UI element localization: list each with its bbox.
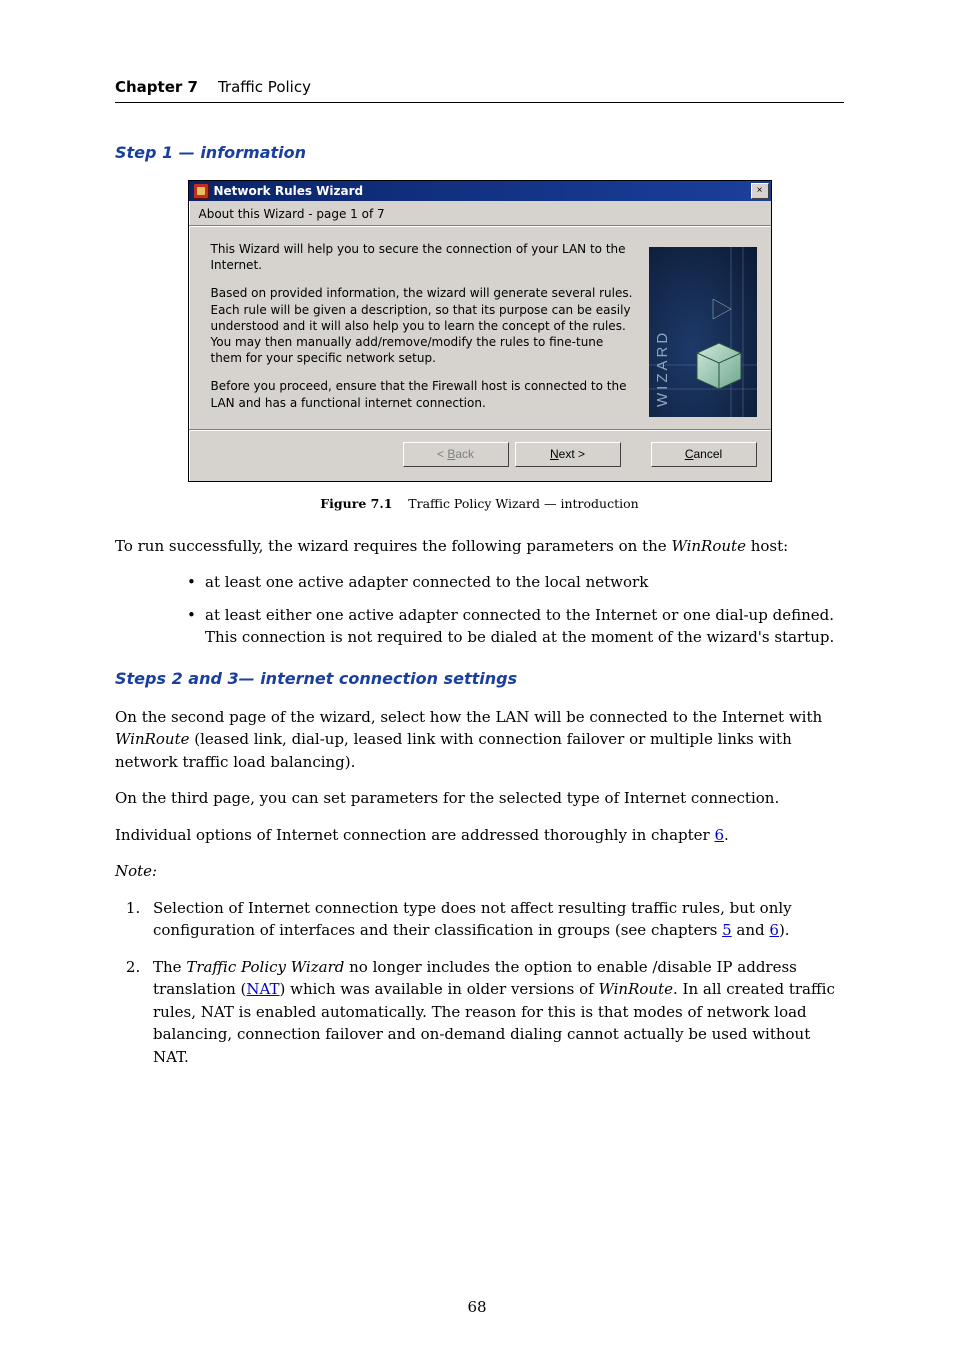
wizard-footer: < Back Next > Cancel	[189, 429, 771, 481]
list-item: at least either one active adapter conne…	[187, 604, 844, 649]
close-button[interactable]: ×	[751, 183, 769, 199]
list-item: The Traffic Policy Wizard no longer incl…	[145, 956, 844, 1069]
step23-heading: Steps 2 and 3— internet connection setti…	[115, 669, 844, 688]
note-label: Note:	[115, 860, 844, 883]
wizard-dialog: Network Rules Wizard × About this Wizard…	[188, 180, 772, 482]
paragraph: To run successfully, the wizard requires…	[115, 535, 844, 558]
wizard-body: This Wizard will help you to secure the …	[189, 227, 771, 429]
wizard-illustration: WIZARD	[649, 247, 757, 417]
chapter-link[interactable]: 6	[714, 826, 724, 844]
paragraph: Individual options of Internet connectio…	[115, 824, 844, 847]
list-item: Selection of Internet connection type do…	[145, 897, 844, 942]
chapter-link[interactable]: 5	[722, 921, 732, 939]
button-label: Next >	[550, 447, 585, 461]
wizard-title: Network Rules Wizard	[212, 184, 751, 198]
paragraph: On the third page, you can set parameter…	[115, 787, 844, 810]
cancel-button[interactable]: Cancel	[651, 442, 757, 467]
wizard-titlebar: Network Rules Wizard ×	[189, 181, 771, 201]
page-number: 68	[0, 1298, 954, 1316]
chapter-header: Chapter 7 Traffic Policy	[115, 78, 844, 96]
wizard-app-icon	[193, 183, 209, 199]
chapter-label: Chapter 7	[115, 78, 198, 96]
figure-text: Traffic Policy Wizard — introduction	[408, 496, 638, 511]
wizard-subtitle: About this Wizard - page 1 of 7	[189, 201, 771, 223]
bullet-list: at least one active adapter connected to…	[115, 571, 844, 649]
wizard-text: This Wizard will help you to secure the …	[211, 241, 635, 423]
chapter-title: Traffic Policy	[218, 78, 311, 96]
back-button[interactable]: < Back	[403, 442, 509, 467]
step1-heading: Step 1 — information	[115, 143, 844, 162]
nat-link[interactable]: NAT	[246, 980, 279, 998]
wizard-paragraph: This Wizard will help you to secure the …	[211, 241, 635, 273]
numbered-list: Selection of Internet connection type do…	[115, 897, 844, 1069]
close-icon: ×	[757, 186, 763, 196]
header-rule	[115, 102, 844, 103]
next-button[interactable]: Next >	[515, 442, 621, 467]
chapter-link[interactable]: 6	[769, 921, 779, 939]
button-label: Cancel	[685, 447, 722, 461]
list-item: at least one active adapter connected to…	[187, 571, 844, 594]
paragraph: On the second page of the wizard, select…	[115, 706, 844, 774]
figure-label: Figure 7.1	[320, 496, 392, 511]
wizard-paragraph: Based on provided information, the wizar…	[211, 285, 635, 366]
button-label: < Back	[437, 447, 474, 461]
wizard-paragraph: Before you proceed, ensure that the Fire…	[211, 378, 635, 410]
svg-text:WIZARD: WIZARD	[654, 330, 671, 407]
figure-caption: Figure 7.1 Traffic Policy Wizard — intro…	[115, 496, 844, 511]
